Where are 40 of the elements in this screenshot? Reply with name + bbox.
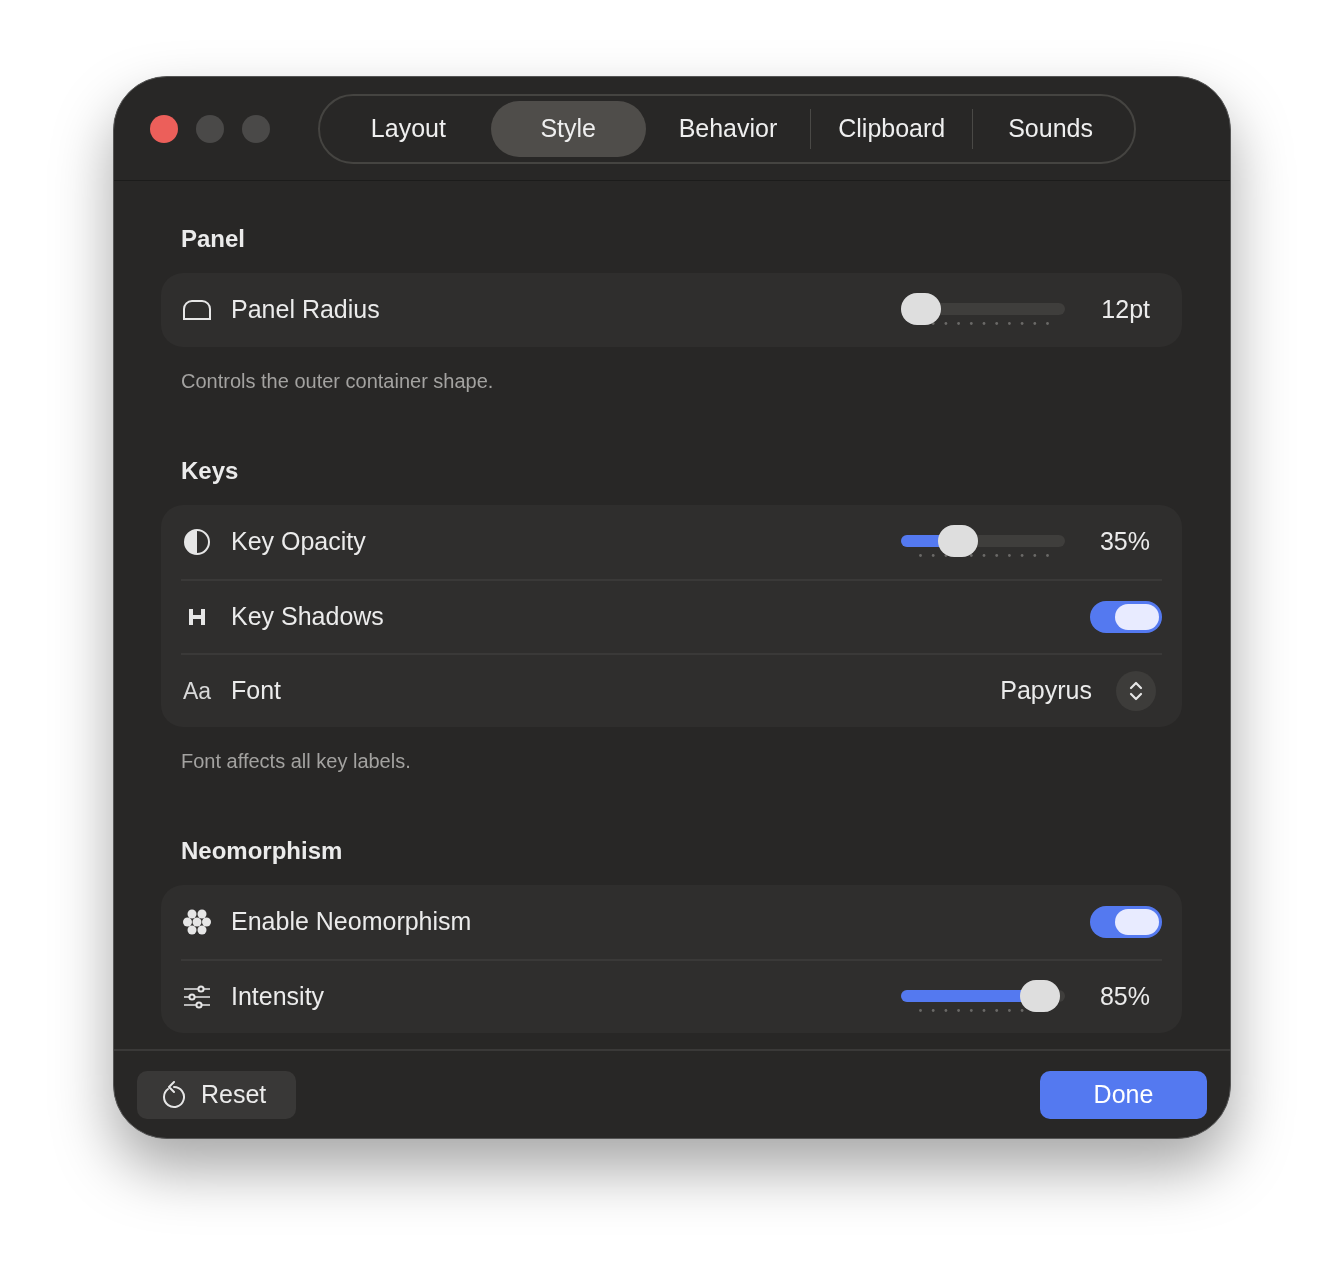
half-circle-icon: [183, 528, 211, 556]
close-button[interactable]: [150, 114, 178, 143]
rounded-rect-icon: [182, 299, 212, 321]
slider-thumb[interactable]: [938, 525, 979, 557]
shadow-icon: [187, 607, 207, 627]
done-button[interactable]: Done: [1040, 1070, 1207, 1119]
tab[interactable]: Clipboard: [811, 100, 973, 157]
section-heading: Panel: [181, 224, 247, 254]
reset-icon: [161, 1080, 187, 1109]
stepper-button[interactable]: [1116, 671, 1156, 711]
section-heading: Neomorphism: [181, 836, 344, 866]
value-label: 85%: [1098, 981, 1150, 1013]
toggle-switch[interactable]: [1090, 601, 1162, 633]
setting-label: Key Opacity: [231, 526, 366, 558]
help-text: Controls the outer container shape.: [181, 369, 495, 393]
flower-icon: [183, 908, 211, 936]
setting-label: Key Shadows: [231, 601, 384, 633]
select-value: Papyrus: [1000, 675, 1092, 707]
tab[interactable]: Layout: [326, 100, 491, 157]
setting-label: Intensity: [231, 981, 325, 1013]
value-label: 35%: [1098, 526, 1150, 558]
value-label: 12pt: [1100, 294, 1150, 326]
font-sample: Aa: [182, 676, 212, 706]
reset-button[interactable]: Reset: [137, 1070, 296, 1119]
slider-track[interactable]: [901, 293, 1065, 327]
tab[interactable]: Behavior: [645, 100, 811, 157]
slider-thumb[interactable]: [901, 293, 941, 325]
tab[interactable]: Sounds: [973, 100, 1128, 157]
slider-track[interactable]: [901, 525, 1065, 559]
setting-label: Panel Radius: [231, 294, 380, 326]
section-heading: Keys: [181, 456, 240, 486]
slider-track[interactable]: [901, 980, 1065, 1014]
slider-thumb[interactable]: [1020, 980, 1061, 1012]
sliders-icon: [183, 985, 211, 1009]
toggle-switch[interactable]: [1090, 906, 1162, 938]
setting-label: Enable Neomorphism: [231, 906, 472, 938]
tab[interactable]: Style: [490, 100, 646, 157]
help-text: Font affects all key labels.: [181, 749, 412, 773]
setting-label: Font: [231, 675, 282, 707]
chevrons-icon: [1128, 679, 1144, 703]
